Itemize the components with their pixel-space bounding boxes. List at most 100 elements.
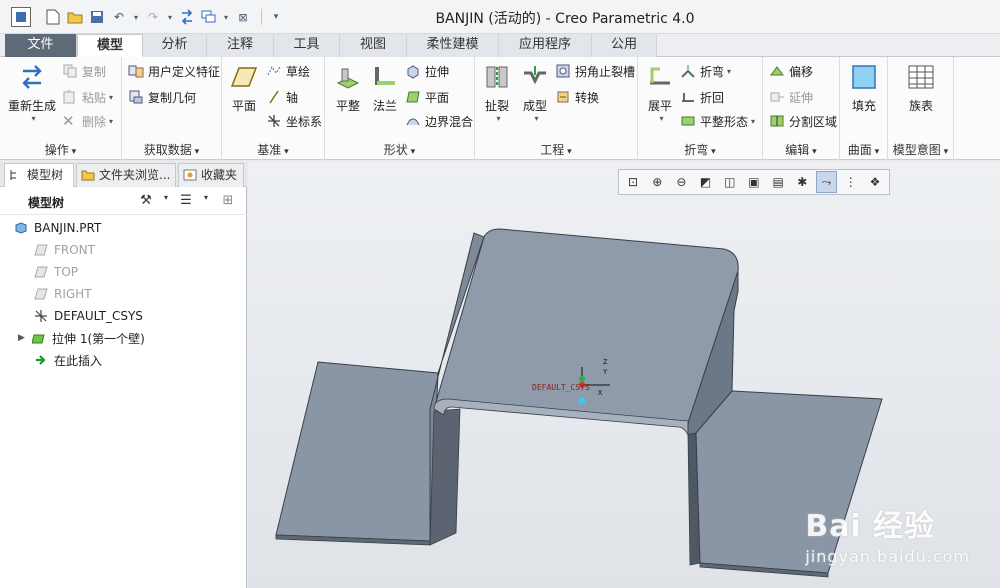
csys-button[interactable]: 坐标系 [266,111,322,131]
flat-wall-button[interactable]: 平整 [329,63,367,114]
repaint-icon[interactable]: ◩ [696,171,716,193]
bend-button[interactable]: 折弯 ▾ [680,61,731,81]
tab-model[interactable]: 模型 [77,34,143,57]
copy-button[interactable]: 复制 [62,61,106,81]
tab-flexible-modeling[interactable]: 柔性建模 [407,34,499,57]
fill-icon [852,65,876,89]
tree-node-top[interactable]: TOP [34,261,78,283]
family-table-button[interactable]: 族表 [903,63,939,114]
tab-favorites[interactable]: 收藏夹 [178,163,244,187]
boundary-blend-button[interactable]: 边界混合 [405,111,473,131]
group-label-shapes[interactable]: 形状 [325,141,474,157]
copy-geometry-button[interactable]: 复制几何 [128,87,196,107]
unbend-dropdown-icon[interactable]: ▾ [659,114,663,123]
tree-show-dropdown-icon[interactable]: ▾ [197,193,215,211]
refit-icon[interactable]: ⊡ [623,171,643,193]
tree-node-extrude[interactable]: ▶ 拉伸 1(第一个壁) [18,327,145,349]
offset-button[interactable]: 偏移 [769,61,813,81]
expand-arrow-icon[interactable]: ▶ [18,333,32,343]
flat-pattern-button[interactable]: 平整形态 ▾ [680,111,755,131]
csys-axis-z-label: Z [603,358,607,366]
group-label-datum[interactable]: 基准 [222,141,324,157]
tab-tools[interactable]: 工具 [274,34,340,57]
regenerate-button[interactable]: 重新生成 ▾ [7,63,57,123]
group-label-bends[interactable]: 折弯 [638,141,762,157]
zoom-out-icon[interactable]: ⊖ [671,171,691,193]
group-label-get-data[interactable]: 获取数据 [122,141,221,157]
group-label-operations[interactable]: 操作 [0,141,121,157]
tab-applications[interactable]: 应用程序 [499,34,592,57]
flat-wall-icon [336,68,360,89]
rip-icon [486,66,508,88]
group-label-editing[interactable]: 编辑 [763,141,839,157]
bend-back-button[interactable]: 折回 [680,87,724,107]
convert-button[interactable]: 转换 [555,87,599,107]
bend-icon [681,65,695,78]
extrude-button[interactable]: 拉伸 [405,61,449,81]
tree-show-icon[interactable]: ☰ [177,193,195,211]
plane-wall-button[interactable]: 平面 [405,87,449,107]
tab-common[interactable]: 公用 [592,34,657,57]
flange-wall-button[interactable]: 法兰 [367,63,403,114]
annotation-display-icon[interactable]: ⋮ [841,171,861,193]
group-editing: 偏移 延伸 分割区域 编辑 [763,57,840,160]
corner-relief-button[interactable]: 拐角止裂槽 [555,61,635,81]
title-bar: ↶ ▾ ↷ ▾ ▾ ⊠ ▾ BANJIN (活动的) - Creo Parame… [0,0,1000,34]
display-style-icon[interactable]: ▣ [744,171,764,193]
group-label-model-intent[interactable]: 模型意图 [888,141,953,157]
form-button[interactable]: 成型 ▾ [517,63,553,123]
datum-plane-icon [230,67,258,87]
tab-model-tree[interactable]: 模型树 [4,163,74,187]
sketch-button[interactable]: 草绘 [266,61,310,81]
datum-plane-icon [34,244,48,256]
group-bends: 展平 ▾ 折弯 ▾ 折回 平整形态 ▾ 折弯 [638,57,763,160]
udf-button[interactable]: 用户定义特征 [128,61,220,81]
axis-button[interactable]: 轴 [266,87,298,107]
tree-node-insert-here[interactable]: 在此插入 [34,349,102,371]
rip-button[interactable]: 扯裂 ▾ [479,63,515,123]
extend-button[interactable]: 延伸 [769,87,813,107]
tree-node-default-csys[interactable]: DEFAULT_CSYS [34,305,143,327]
split-area-button[interactable]: 分割区域 [769,111,837,131]
convert-icon [557,91,569,103]
tab-file[interactable]: 文件 [5,34,77,57]
tree-node-front[interactable]: FRONT [34,239,95,261]
datum-display-icon[interactable]: ✱ [792,171,812,193]
regenerate-dropdown-icon[interactable]: ▾ [31,114,35,123]
delete-button[interactable]: ✕ 删除 ▾ [62,111,113,131]
flat-pattern-icon [681,116,695,126]
zoom-in-icon[interactable]: ⊕ [647,171,667,193]
group-label-engineering[interactable]: 工程 [475,141,637,157]
paste-button[interactable]: 粘贴 ▾ [62,87,113,107]
tree-node-part[interactable]: BANJIN.PRT [14,217,101,239]
corner-relief-icon [556,64,570,78]
tree-filter-icon[interactable]: ⊞ [219,193,237,211]
view-manager-icon[interactable]: ▤ [768,171,788,193]
csys-label: DEFAULT_CSYS [532,383,590,392]
tab-analysis[interactable]: 分析 [143,34,207,57]
ribbon-tabs: 文件 模型 分析 注释 工具 视图 柔性建模 应用程序 公用 [0,34,1000,57]
group-label-surfaces[interactable]: 曲面 [840,141,887,157]
tab-view[interactable]: 视图 [340,34,407,57]
tab-folder-browser[interactable]: 文件夹浏览... [76,163,176,187]
folder-browser-icon [81,170,95,181]
tab-annotate[interactable]: 注释 [207,34,274,57]
spin-center-icon[interactable]: ⤳ [816,171,837,193]
tree-node-right[interactable]: RIGHT [34,283,92,305]
tree-settings-dropdown-icon[interactable]: ▾ [157,193,175,211]
appearance-icon[interactable]: ❖ [865,171,885,193]
navigator-panel: 模型树 文件夹浏览... 收藏夹 模型树 ⚒ ▾ ☰ ▾ ⊞ BANJIN.PR… [0,161,247,588]
axis-icon [269,90,279,104]
rip-dropdown-icon[interactable]: ▾ [496,114,500,123]
favorites-icon [183,169,197,181]
boundary-blend-icon [406,118,420,126]
form-dropdown-icon[interactable]: ▾ [534,114,538,123]
saved-views-icon[interactable]: ◫ [720,171,740,193]
offset-icon [770,66,784,76]
graphics-window[interactable]: X Z Y DEFAULT_CSYS ⊡ ⊕ ⊖ ◩ ◫ ▣ ▤ ✱ ⤳ ⋮ ❖… [248,161,1000,588]
fill-button[interactable]: 填充 [846,63,882,114]
datum-plane-button[interactable]: 平面 [226,63,262,114]
unbend-button[interactable]: 展平 ▾ [642,63,678,123]
tree-settings-icon[interactable]: ⚒ [137,193,155,211]
csys-icon [35,310,47,322]
